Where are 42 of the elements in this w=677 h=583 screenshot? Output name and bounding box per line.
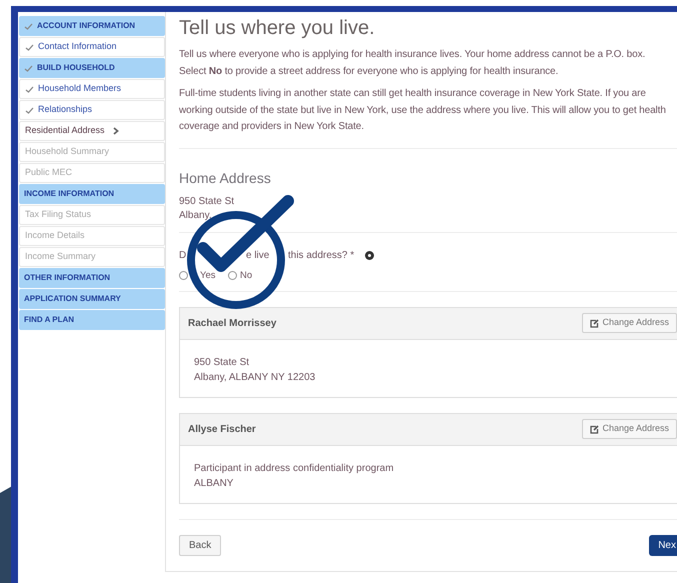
sidebar-section[interactable]: APPLICATION SUMMARY [19,289,165,309]
question-text: this address? * [288,248,354,262]
edit-icon [590,424,600,434]
paragraph: Full-time students living in another state can still get health insurance coverage in New York State. If you are working outside of the state but live in New York, use the address where you live. This will allow you to get health coverage and providers in New York State. [179,87,667,134]
sidebar-item[interactable]: Residential Address [19,121,165,141]
check-icon [25,44,34,50]
address-line: Albany, [179,208,213,222]
radio-button[interactable] [228,271,237,280]
section-heading: Home Address [179,168,272,188]
change-address-button[interactable]: Change Address [582,313,677,333]
check-icon [25,106,34,114]
address-line: ALBANY [194,476,234,490]
question-text: e live [246,248,270,262]
sidebar-item[interactable]: Household Members [19,79,165,99]
check-icon [24,64,33,72]
check-icon [24,22,33,30]
radio-label: Yes [200,270,216,282]
address-line: 950 State St [194,356,250,370]
change-address-button[interactable]: Change Address [582,419,677,439]
sidebar-section[interactable]: FIND A PLAN [19,310,165,330]
next-button[interactable]: Nex [649,534,677,556]
chevron-right-icon [112,127,119,135]
radio-label: No [240,270,252,282]
back-button[interactable]: Back [179,534,222,556]
radio-button[interactable] [179,271,188,280]
question-text: D [179,248,186,262]
address-line: Albany, ALBANY NY 12203 [194,370,316,384]
sidebar-section[interactable]: BUILD HOUSEHOLD [19,58,165,78]
edit-icon [590,318,600,328]
sidebar-item[interactable]: Relationships [19,100,165,120]
page-title: Tell us where you live. [179,16,376,41]
check-icon [25,86,34,92]
sidebar-item[interactable]: Contact Information [19,37,165,57]
sidebar-section[interactable]: INCOME INFORMATION [19,184,165,204]
address-line: 950 State St [179,194,236,208]
address-line: Participant in address confidentiality program [194,462,395,476]
member-name: Allyse Fischer [188,422,256,436]
sidebar-section[interactable]: ACCOUNT INFORMATION [19,16,165,36]
sidebar-section[interactable]: OTHER INFORMATION [19,268,165,288]
member-name: Rachael Morrissey [188,316,276,330]
paragraph: Tell us where everyone who is applying for health insurance lives. Your home address cannot be a P.O. box. Select No to provide a street address for everyone who is applying for health insurance. [179,48,646,78]
help-icon [365,250,374,260]
